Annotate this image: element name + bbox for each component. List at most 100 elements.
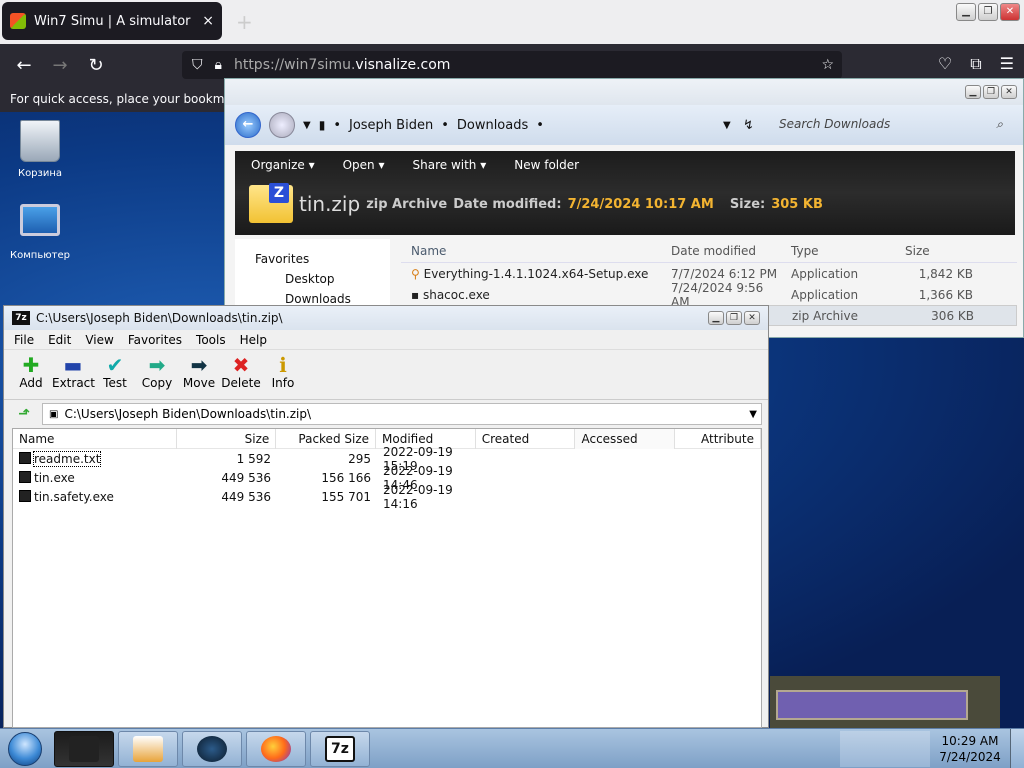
menu-help[interactable]: Help (240, 333, 267, 347)
browser-window-controls: ▁ ❐ ✕ (956, 3, 1020, 21)
file-size: 306 KB (931, 308, 974, 323)
new-folder-button[interactable]: New folder (514, 158, 579, 172)
sevenzip-icon: 7z (325, 735, 355, 762)
breadcrumb-separator-icon[interactable]: • (441, 118, 449, 133)
search-app-icon: ⚲ (411, 266, 420, 281)
maximize-button[interactable]: ❐ (726, 311, 742, 325)
forward-button[interactable] (269, 112, 295, 138)
column-name[interactable]: Name (13, 428, 177, 449)
history-dropdown-icon[interactable]: ▼ (303, 120, 311, 131)
maximize-button[interactable]: ❐ (983, 85, 999, 99)
column-date-modified[interactable]: Date modified (661, 244, 781, 258)
close-tab-icon[interactable]: × (202, 13, 214, 29)
forward-icon[interactable]: → (42, 55, 78, 76)
file-size: 449 536 (221, 470, 271, 485)
desktop-icon-label: Корзина (17, 168, 63, 179)
path-field[interactable]: ▣ C:\Users\Joseph Biden\Downloads\tin.zi… (42, 403, 762, 425)
search-placeholder: Search Downloads (779, 117, 891, 131)
menu-icon[interactable]: ☰ (1000, 54, 1014, 74)
start-button[interactable] (0, 729, 50, 768)
file-type: zip Archive (792, 308, 858, 323)
desktop-icon-label: Компьютер (10, 250, 70, 261)
column-packed-size[interactable]: Packed Size (276, 428, 377, 449)
test-button[interactable]: ✔ Test (94, 354, 136, 395)
info-button[interactable]: ℹ Info (262, 354, 304, 395)
add-button[interactable]: ✚ Add (10, 354, 52, 395)
bookmark-star-icon[interactable]: ☆ (821, 57, 834, 73)
nav-desktop[interactable]: Desktop (235, 269, 390, 289)
menu-view[interactable]: View (85, 333, 113, 347)
open-menu[interactable]: Open ▾ (343, 158, 385, 172)
column-attribute[interactable]: Attribute (675, 428, 761, 449)
maximize-button[interactable]: ❐ (978, 3, 998, 21)
close-button[interactable]: ✕ (1000, 3, 1020, 21)
column-size[interactable]: Size (901, 244, 973, 258)
nav-favorites[interactable]: Favorites (235, 249, 390, 269)
column-accessed[interactable]: Accessed (575, 428, 676, 449)
search-icon[interactable]: ⌕ (996, 117, 1003, 133)
reload-icon[interactable]: ↻ (78, 55, 114, 76)
menu-file[interactable]: File (14, 333, 34, 347)
desktop-icon-recycle-bin[interactable]: Корзина (5, 120, 75, 179)
file-name: shacoc.exe (422, 287, 490, 302)
lock-icon[interactable]: 🔒︎ (215, 57, 222, 73)
menu-bar: File Edit View Favorites Tools Help (4, 330, 768, 350)
url-bar[interactable]: ⛉ 🔒︎ https://win7simu.visnalize.com ☆ (182, 51, 842, 79)
explorer-titlebar[interactable]: ▁ ❐ ✕ (225, 79, 1023, 105)
breadcrumb-separator-icon[interactable]: • (333, 118, 341, 133)
system-tray: 10:29 AM 7/24/2024 (840, 729, 1024, 768)
extract-button[interactable]: ▬ Extract (52, 354, 95, 395)
move-button[interactable]: ➡ Move (178, 354, 220, 395)
browser-tab[interactable]: Win7 Simu | A simulator of Win × (2, 2, 222, 40)
search-box[interactable]: Search Downloads ⌕ (771, 113, 1011, 137)
shield-icon[interactable]: ⛉ (192, 57, 203, 73)
show-desktop-button[interactable] (1010, 729, 1024, 768)
delete-button[interactable]: ✖ Delete (220, 354, 262, 395)
organize-menu[interactable]: Organize ▾ (251, 158, 315, 172)
pocket-icon[interactable]: ♡ (938, 54, 952, 74)
tool-label: Info (271, 376, 295, 390)
taskbar-terminal[interactable] (54, 730, 114, 767)
details-date-value: 7/24/2024 10:17 AM (567, 196, 714, 212)
clock[interactable]: 10:29 AM 7/24/2024 (930, 733, 1010, 765)
taskbar-browser[interactable] (182, 730, 242, 767)
column-type[interactable]: Type (781, 244, 901, 258)
menu-tools[interactable]: Tools (196, 333, 226, 347)
folder-up-icon[interactable]: ⬏ (12, 406, 36, 422)
back-button[interactable]: ← (235, 112, 261, 138)
tray-icons[interactable] (840, 731, 930, 767)
breadcrumb-separator-icon[interactable]: • (536, 118, 544, 133)
path-dropdown-icon[interactable]: ▼ (749, 409, 757, 420)
desktop-icon-computer[interactable]: Компьютер (5, 204, 75, 261)
copy-button[interactable]: ➡ Copy (136, 354, 178, 395)
explorer-address-bar: ← ▼ ▮ • Joseph Biden • Downloads • ▼ ↯ S… (225, 105, 1023, 145)
table-row[interactable]: tin.safety.exe 449 536 155 701 2022-09-1… (13, 483, 761, 511)
menu-favorites[interactable]: Favorites (128, 333, 182, 347)
minimize-button[interactable]: ▁ (965, 85, 981, 99)
menu-edit[interactable]: Edit (48, 333, 71, 347)
address-dropdown-icon[interactable]: ▼ (723, 120, 731, 131)
column-size[interactable]: Size (177, 428, 277, 449)
breadcrumb-joseph-biden[interactable]: Joseph Biden (349, 118, 433, 133)
share-with-menu[interactable]: Share with ▾ (413, 158, 487, 172)
windows-logo-icon (10, 13, 26, 29)
close-button[interactable]: ✕ (1001, 85, 1017, 99)
taskbar-media-player[interactable] (118, 730, 178, 767)
back-icon[interactable]: ← (6, 55, 42, 76)
sevenzip-titlebar[interactable]: 7z C:\Users\Joseph Biden\Downloads\tin.z… (4, 306, 768, 330)
list-item[interactable]: ▪ shacoc.exe 7/24/2024 9:56 AM Applicati… (401, 281, 1017, 309)
new-tab-button[interactable]: + (236, 10, 253, 34)
extensions-icon[interactable]: ⧉ (970, 54, 981, 74)
path-text: C:\Users\Joseph Biden\Downloads\tin.zip\ (64, 407, 312, 421)
close-button[interactable]: ✕ (744, 311, 760, 325)
minimize-button[interactable]: ▁ (708, 311, 724, 325)
taskbar-7zip[interactable]: 7z (310, 730, 370, 767)
url-domain: visnalize.com (355, 57, 451, 73)
refresh-icon[interactable]: ↯ (743, 118, 754, 133)
breadcrumb-downloads[interactable]: Downloads (457, 118, 528, 133)
tool-label: Test (103, 376, 127, 390)
column-name[interactable]: Name (401, 244, 661, 258)
minimize-button[interactable]: ▁ (956, 3, 976, 21)
taskbar-firefox[interactable] (246, 730, 306, 767)
column-created[interactable]: Created (476, 428, 576, 449)
